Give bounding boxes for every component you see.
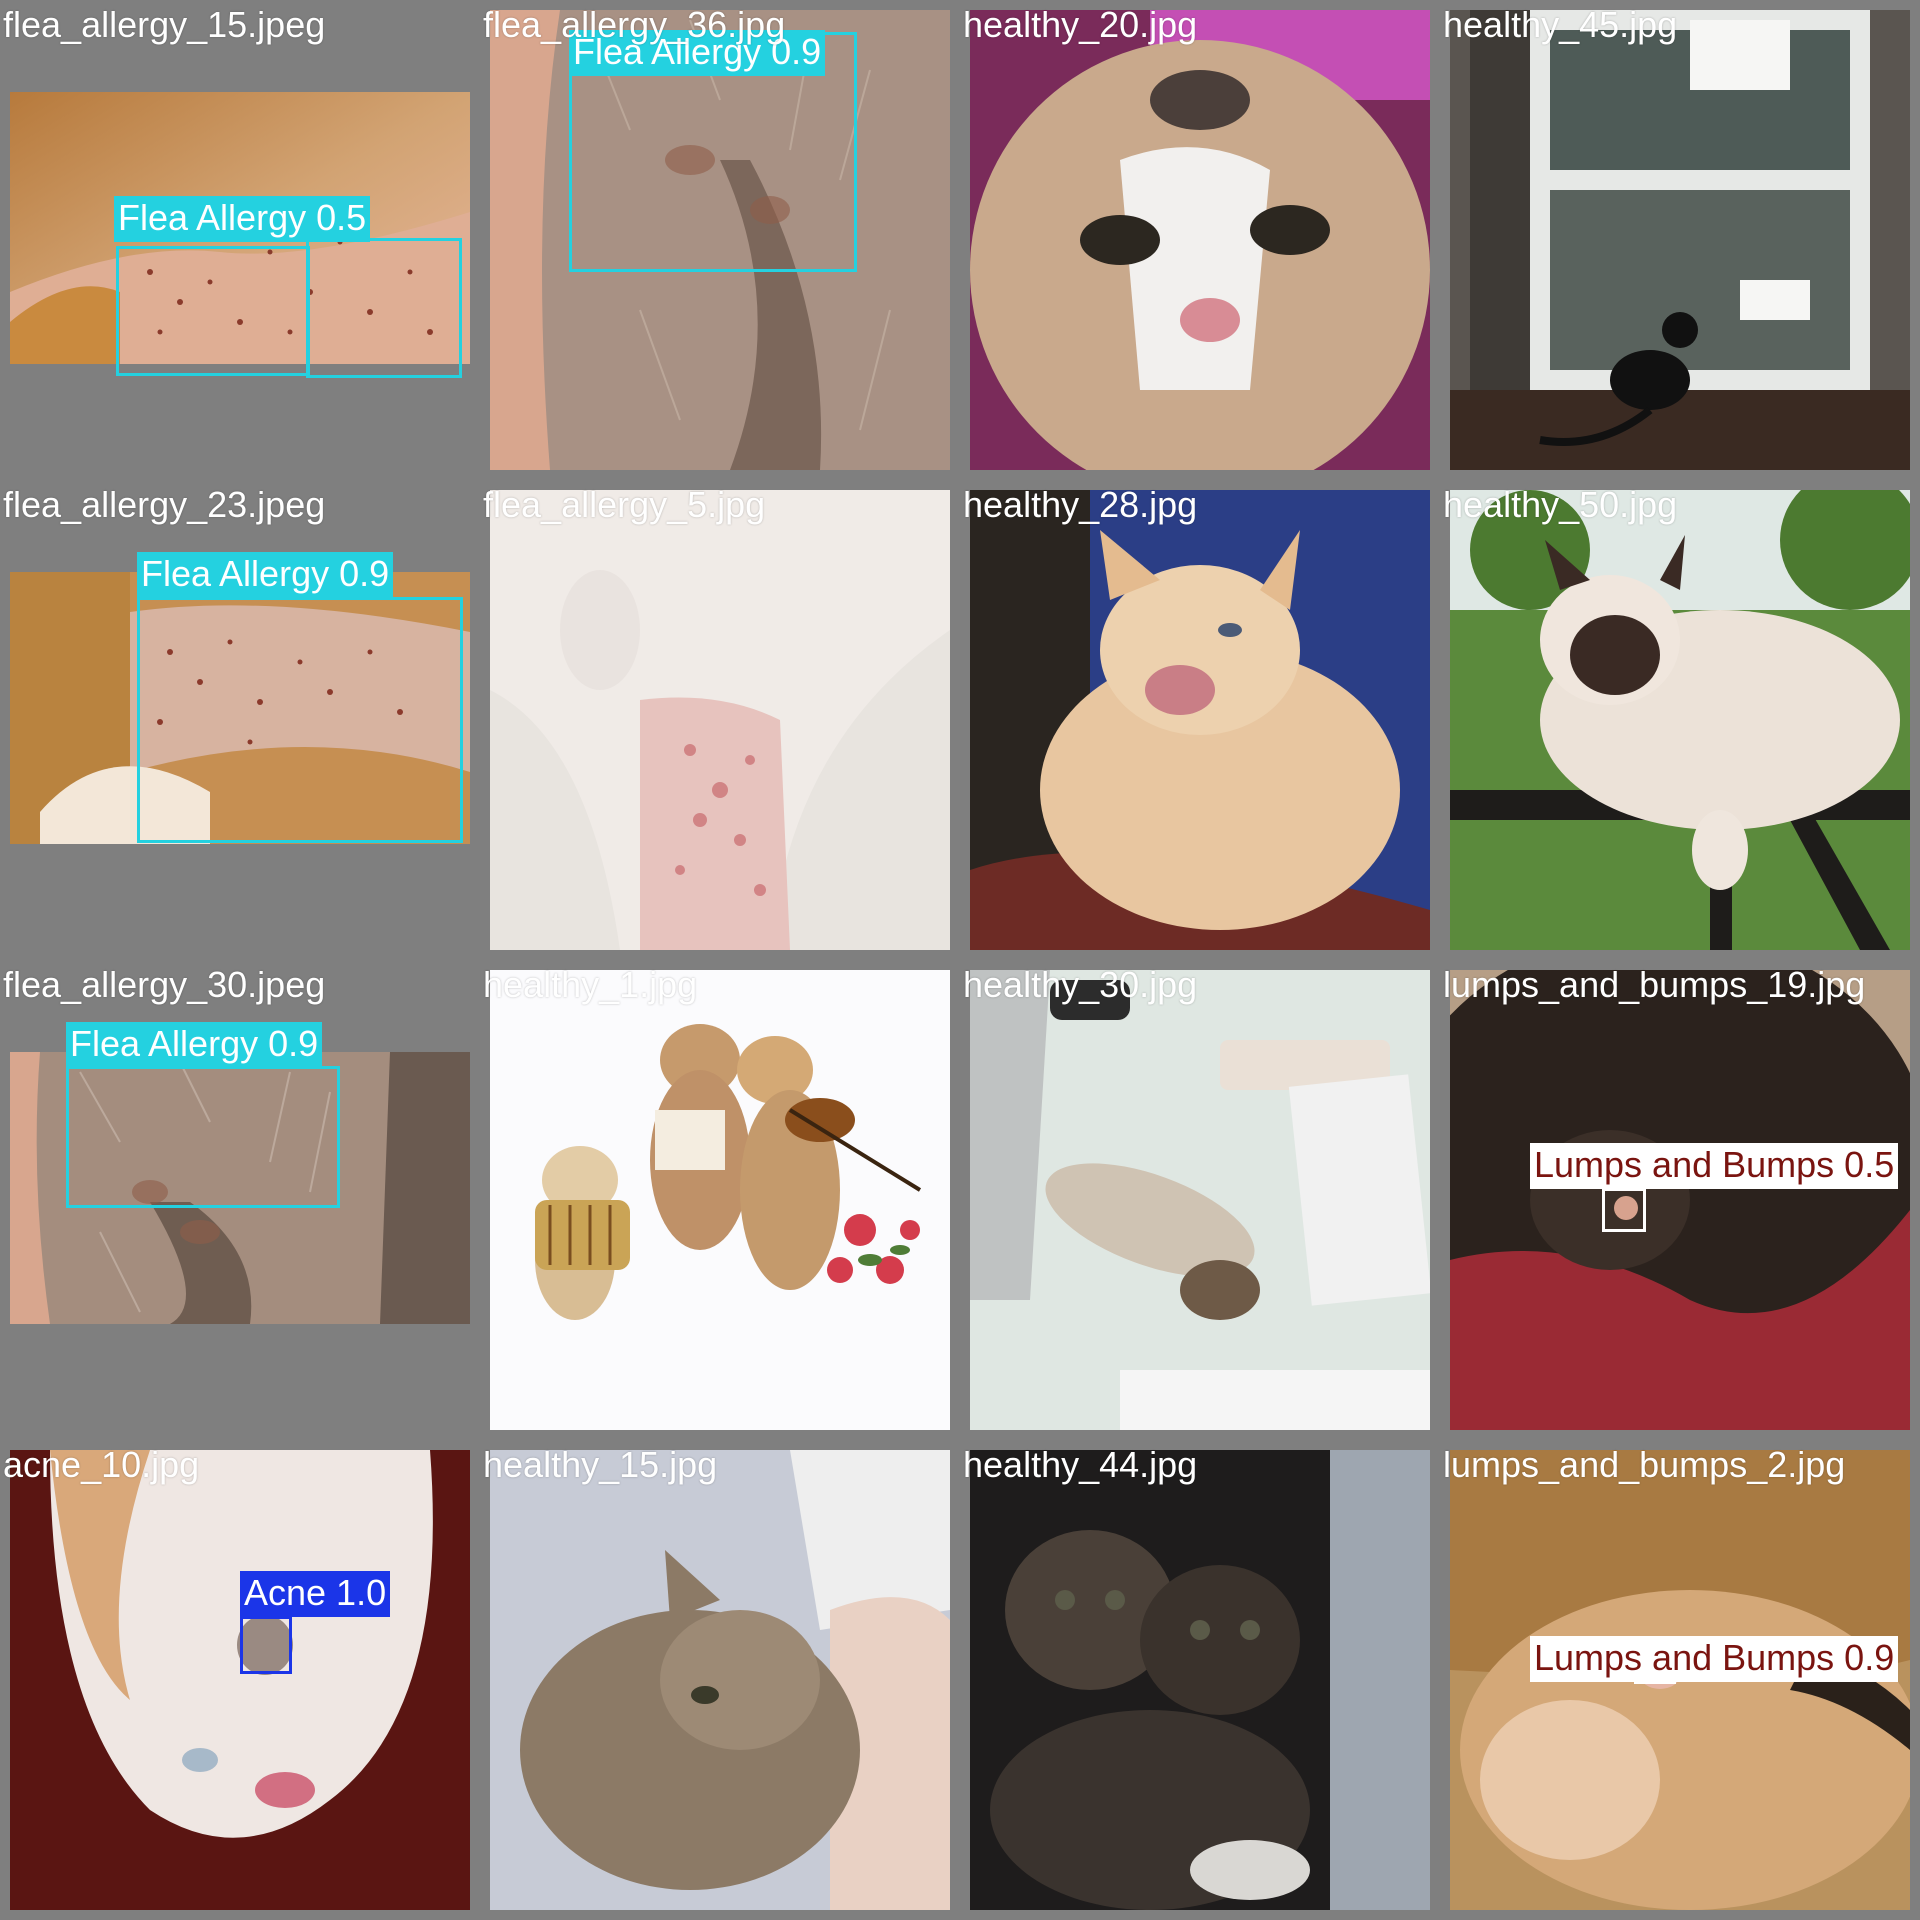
photo-two-tabby-kittens: [970, 1450, 1430, 1910]
image-filename: lumps_and_bumps_2.jpg: [1443, 1444, 1846, 1485]
acne-box: [240, 1616, 292, 1674]
image-filename: healthy_50.jpg: [1443, 484, 1678, 525]
grid-tile: Flea Allergy 0.5 flea_allergy_15.jpeg: [0, 0, 480, 480]
grid-tile: flea_allergy_5.jpg: [480, 480, 960, 960]
image-filename: acne_10.jpg: [3, 1444, 200, 1485]
grid-tile: Lumps and Bumps 0.9 lumps_and_bumps_2.jp…: [1440, 1440, 1920, 1920]
detection-label: Lumps and Bumps 0.5: [1530, 1143, 1899, 1189]
image-filename: healthy_30.jpg: [963, 964, 1198, 1005]
grid-tile: Flea Allergy 0.9 flea_allergy_30.jpeg: [0, 960, 480, 1440]
photo-pink-belly-rash: [490, 490, 950, 950]
grid-tile: healthy_30.jpg: [960, 960, 1440, 1440]
image-filename: healthy_20.jpg: [963, 4, 1198, 45]
flea-allergy-box: [306, 238, 462, 378]
photo-birman-cat-on-railing: [1450, 490, 1910, 950]
grid-tile: healthy_45.jpg: [1440, 0, 1920, 480]
photo-black-cat-at-door: [1450, 10, 1910, 470]
detection-label: Flea Allergy 0.9: [137, 552, 394, 598]
detection-grid: Flea Allergy 0.5 flea_allergy_15.jpeg Fl…: [0, 0, 1920, 1920]
image-filename: flea_allergy_5.jpg: [483, 484, 766, 525]
grid-tile: healthy_50.jpg: [1440, 480, 1920, 960]
grid-tile: healthy_20.jpg: [960, 0, 1440, 480]
detection-label: Flea Allergy 0.5: [114, 196, 371, 242]
grid-tile: Acne 1.0 acne_10.jpg: [0, 1440, 480, 1920]
flea-allergy-box: [137, 597, 463, 843]
grid-tile: healthy_44.jpg: [960, 1440, 1440, 1920]
grid-tile: Flea Allergy 0.9 flea_allergy_23.jpeg: [0, 480, 480, 960]
image-filename: flea_allergy_30.jpeg: [3, 964, 326, 1005]
photo-kitten-sleeping-on-desk: [970, 970, 1430, 1430]
image-filename: healthy_1.jpg: [483, 964, 698, 1005]
lumps-and-bumps-box: [1602, 1188, 1646, 1232]
image-filename: healthy_15.jpg: [483, 1444, 718, 1485]
photo-calico-cat-face: [970, 10, 1430, 470]
detection-label: Acne 1.0: [240, 1571, 391, 1617]
flea-allergy-box: [116, 246, 310, 376]
grid-tile: Flea Allergy 0.9 flea_allergy_36.jpg: [480, 0, 960, 480]
flea-allergy-box: [66, 1066, 340, 1208]
grid-tile: Lumps and Bumps 0.5 lumps_and_bumps_19.j…: [1440, 960, 1920, 1440]
image-filename: flea_allergy_15.jpeg: [3, 4, 326, 45]
detection-label: Lumps and Bumps 0.9: [1530, 1636, 1899, 1682]
grid-tile: healthy_28.jpg: [960, 480, 1440, 960]
image-filename: healthy_45.jpg: [1443, 4, 1678, 45]
image-filename: lumps_and_bumps_19.jpg: [1443, 964, 1866, 1005]
grid-tile: healthy_15.jpg: [480, 1440, 960, 1920]
photo-vintage-kittens-with-instruments: [490, 970, 950, 1430]
grid-tile: healthy_1.jpg: [480, 960, 960, 1440]
photo-dark-cat-on-red-blanket: [1450, 970, 1910, 1430]
image-filename: flea_allergy_23.jpeg: [3, 484, 326, 525]
image-filename: flea_allergy_36.jpg: [483, 4, 786, 45]
photo-orange-kitten-meowing: [970, 490, 1430, 950]
detection-label: Flea Allergy 0.9: [66, 1022, 323, 1068]
photo-tabby-kitten-nursing: [490, 1450, 950, 1910]
image-filename: healthy_44.jpg: [963, 1444, 1198, 1485]
photo-white-cat-chin: [10, 1450, 470, 1910]
image-filename: healthy_28.jpg: [963, 484, 1198, 525]
